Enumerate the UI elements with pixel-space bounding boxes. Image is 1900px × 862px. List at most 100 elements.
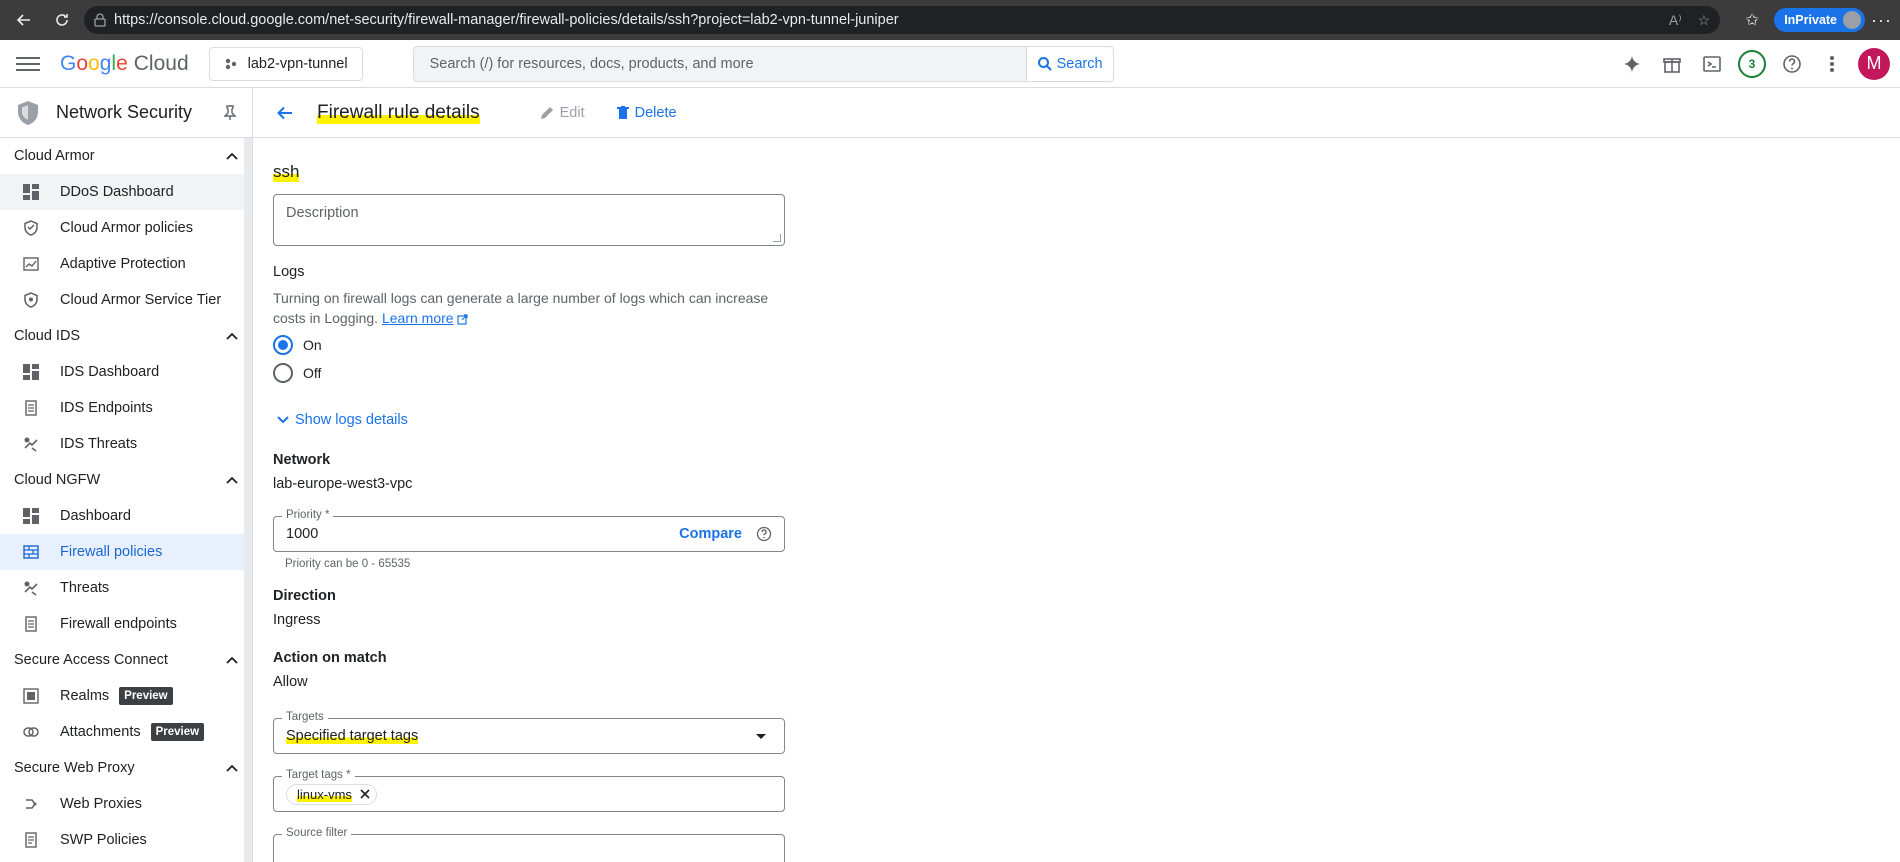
back-arrow-icon[interactable] <box>271 99 299 127</box>
sidebar-item-web-proxies[interactable]: Web Proxies <box>0 786 245 822</box>
section-cloud-ids[interactable]: Cloud IDS <box>0 318 252 354</box>
link-icon <box>22 723 40 741</box>
url-text: https://console.cloud.google.com/net-sec… <box>114 12 899 28</box>
priority-help: Priority can be 0 - 65535 <box>285 558 411 570</box>
direction-value: Ingress <box>273 612 321 628</box>
google-cloud-logo[interactable]: Google Cloud <box>60 52 189 76</box>
target-tags-field[interactable]: Target tags * linux-vms <box>273 769 785 812</box>
targets-select[interactable]: Targets Specified target tags <box>273 711 785 754</box>
logs-off-option[interactable]: Off <box>273 362 773 384</box>
learn-more-label: Learn more <box>381 310 454 326</box>
section-label: Cloud Armor <box>14 148 95 164</box>
section-cloud-armor[interactable]: Cloud Armor <box>0 138 252 174</box>
source-filter-field[interactable]: Source filter <box>273 827 785 862</box>
browser-menu-icon[interactable]: ··· <box>1871 10 1892 31</box>
sidebar-item-label: Cloud Armor policies <box>60 220 193 236</box>
search-input[interactable]: Search (/) for resources, docs, products… <box>412 45 1027 82</box>
resize-handle[interactable] <box>773 234 781 242</box>
trash-icon <box>616 105 629 120</box>
edit-label: Edit <box>559 104 585 121</box>
sidebar-item-cloud-armor-policies[interactable]: Cloud Armor policies <box>0 210 245 246</box>
sidebar-item-realms[interactable]: Realms Preview <box>0 678 245 714</box>
project-icon <box>224 57 238 71</box>
sidebar-item-ids-endpoints[interactable]: IDS Endpoints <box>0 390 245 426</box>
action-value: Allow <box>273 674 308 690</box>
compare-button[interactable]: Compare <box>679 526 742 542</box>
chevron-down-icon <box>277 416 289 424</box>
pin-icon[interactable] <box>224 104 236 121</box>
search-button[interactable]: Search <box>1026 45 1114 82</box>
sidebar-item-firewall-policies[interactable]: Firewall policies <box>0 534 245 570</box>
chevron-up-icon <box>226 656 238 664</box>
tag-chip-label: linux-vms <box>297 786 352 802</box>
more-options-icon[interactable] <box>1818 50 1846 78</box>
targets-value: Specified target tags <box>286 728 419 744</box>
inprivate-label: InPrivate <box>1784 13 1838 27</box>
network-label: Network <box>273 452 331 468</box>
dashboard-icon <box>22 183 40 201</box>
sidebar-item-attachments[interactable]: Attachments Preview <box>0 714 245 750</box>
back-icon[interactable] <box>8 4 40 36</box>
sidebar-item-cloud-armor-service-tier[interactable]: Cloud Armor Service Tier <box>0 282 245 318</box>
action-label: Action on match <box>273 650 387 666</box>
search-icon <box>1037 56 1053 72</box>
favorite-icon[interactable]: ☆ <box>1698 12 1711 29</box>
sidebar-item-label: Realms <box>60 688 110 704</box>
chart-icon <box>22 255 40 273</box>
sidebar-item-ids-dashboard[interactable]: IDS Dashboard <box>0 354 245 390</box>
help-icon[interactable] <box>756 526 772 542</box>
sidebar-item-adaptive-protection[interactable]: Adaptive Protection <box>0 246 245 282</box>
show-logs-details-toggle[interactable]: Show logs details <box>273 412 773 428</box>
sidebar-item-label: SWP Policies <box>60 832 147 848</box>
sidebar-scrollbar[interactable] <box>244 138 252 862</box>
sidebar-item-label: Firewall policies <box>60 544 163 560</box>
browser-toolbar: https://console.cloud.google.com/net-sec… <box>0 0 1900 40</box>
proxy-icon <box>22 795 40 813</box>
sidebar-item-dashboard[interactable]: Dashboard <box>0 498 245 534</box>
section-secure-web-proxy[interactable]: Secure Web Proxy <box>0 750 252 786</box>
section-cloud-ngfw[interactable]: Cloud NGFW <box>0 462 252 498</box>
sidebar-item-ddos-dashboard[interactable]: DDoS Dashboard <box>0 174 245 210</box>
section-secure-access-connect[interactable]: Secure Access Connect <box>0 642 252 678</box>
sidebar-item-threats[interactable]: Threats <box>0 570 245 606</box>
target-tags-label: Target tags * <box>282 769 355 781</box>
page-header: Firewall rule details Edit Delete <box>253 88 1900 138</box>
edit-button[interactable]: Edit <box>540 105 585 121</box>
sidebar-item-firewall-endpoints[interactable]: Firewall endpoints <box>0 606 245 642</box>
sidebar-item-label: Dashboard <box>60 508 131 524</box>
description-field[interactable]: Description <box>273 194 785 246</box>
profile-avatar <box>1843 11 1862 29</box>
refresh-icon[interactable] <box>46 4 78 36</box>
inprivate-badge[interactable]: InPrivate <box>1774 8 1866 32</box>
favorites-icon[interactable]: ✩ <box>1736 4 1768 36</box>
sidebar-item-ids-threats[interactable]: IDS Threats <box>0 426 245 462</box>
cloud-shell-icon[interactable] <box>1698 50 1726 78</box>
learn-more-link[interactable]: Learn more <box>382 310 454 326</box>
tag-chip[interactable]: linux-vms <box>286 783 377 805</box>
source-filter-label: Source filter <box>282 827 352 839</box>
hamburger-menu-icon[interactable] <box>16 52 40 76</box>
delete-button[interactable]: Delete <box>616 105 677 121</box>
search-button-label: Search <box>1056 55 1103 72</box>
address-bar[interactable]: https://console.cloud.google.com/net-sec… <box>84 6 1721 34</box>
gemini-icon[interactable] <box>1618 50 1646 78</box>
user-avatar[interactable]: M <box>1858 47 1890 80</box>
radio-off[interactable] <box>273 363 293 383</box>
help-icon[interactable] <box>1778 50 1806 78</box>
close-icon[interactable] <box>360 789 370 799</box>
logs-on-option[interactable]: On <box>273 334 773 356</box>
sidebar-item-swp-policies[interactable]: SWP Policies <box>0 822 245 858</box>
chevron-up-icon <box>226 764 238 772</box>
gift-icon[interactable] <box>1658 50 1686 78</box>
project-picker[interactable]: lab2-vpn-tunnel <box>208 46 363 81</box>
priority-field[interactable]: Priority * 1000 Compare <box>273 509 785 552</box>
sidebar-item-label: IDS Threats <box>60 436 138 452</box>
targets-label: Targets <box>282 711 328 723</box>
page-title: Firewall rule details <box>317 101 480 124</box>
radio-on[interactable] <box>273 335 293 355</box>
bug-icon <box>22 435 40 453</box>
pencil-icon <box>540 106 554 120</box>
notifications-badge[interactable]: 3 <box>1738 49 1766 78</box>
read-aloud-icon[interactable]: A⁾ <box>1669 12 1682 29</box>
rule-details: ssh Description Logs Turning on firewall… <box>253 138 793 862</box>
